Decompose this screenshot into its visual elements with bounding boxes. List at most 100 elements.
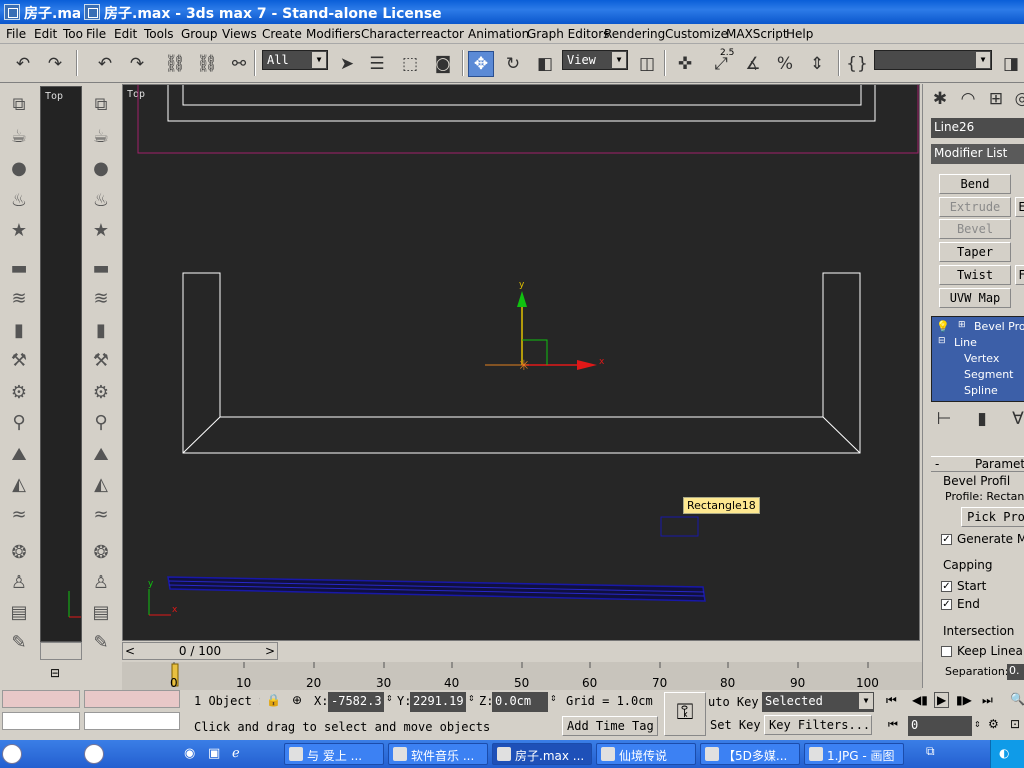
- hammer-icon[interactable]: ⚒: [89, 348, 113, 372]
- teapot-icon[interactable]: ☕: [7, 124, 31, 148]
- bone-icon[interactable]: ⚲: [89, 410, 113, 434]
- twist-button[interactable]: Twist: [939, 265, 1011, 285]
- menu-tools[interactable]: Tools: [144, 27, 174, 41]
- spring-icon[interactable]: ≋: [89, 286, 113, 310]
- top-viewport[interactable]: Top ✳ y x y x Rectangle18: [122, 84, 920, 641]
- stack-subobject-vertex[interactable]: Vertex: [964, 352, 999, 365]
- stack-subobject-spline[interactable]: Spline: [964, 384, 998, 397]
- wall-shape-top[interactable]: [167, 85, 876, 122]
- curve-editor-icon[interactable]: ⊟: [50, 666, 60, 680]
- pin-stack-icon[interactable]: ⊢: [931, 406, 957, 432]
- bend-button[interactable]: Bend: [939, 174, 1011, 194]
- generate-mapping-checkbox[interactable]: ✓: [941, 534, 952, 545]
- taskbar-item[interactable]: 软件音乐 ...: [388, 743, 488, 765]
- zoom-region-icon[interactable]: ⊡: [1010, 717, 1020, 731]
- select-and-scale-icon[interactable]: ◧: [532, 51, 558, 77]
- time-slider-track[interactable]: [278, 642, 920, 660]
- spinner-icon[interactable]: ⇕: [550, 694, 557, 703]
- taskbar-overflow-icon[interactable]: ⧉: [926, 744, 935, 759]
- maxscript-listener-mini[interactable]: [2, 690, 80, 708]
- taper-button[interactable]: Taper: [939, 242, 1011, 262]
- knot-icon[interactable]: ❂: [7, 540, 31, 564]
- paint-icon[interactable]: ✎: [7, 630, 31, 654]
- page-icon[interactable]: ▤: [7, 600, 31, 624]
- mirror-icon[interactable]: ◨: [998, 51, 1024, 77]
- menu-group[interactable]: Group: [181, 27, 218, 41]
- previous-frame-icon[interactable]: ◀▮: [912, 693, 928, 707]
- taskbar-item[interactable]: 仙境传说: [596, 743, 696, 765]
- cylinder-icon[interactable]: ▮: [7, 318, 31, 342]
- stack-item-line[interactable]: Line: [954, 336, 977, 349]
- menu-edit-left[interactable]: Edit: [34, 27, 57, 41]
- hammer-icon[interactable]: ⚒: [7, 348, 31, 372]
- play-icon[interactable]: ▶: [934, 692, 950, 708]
- transform-mode-icon[interactable]: ⊕: [292, 693, 302, 707]
- parameters-rollout-header[interactable]: - Paramet: [931, 456, 1024, 472]
- expand-icon[interactable]: ⊞: [958, 320, 966, 330]
- taskbar-item[interactable]: 【5D多媒...: [700, 743, 800, 765]
- select-and-rotate-icon[interactable]: ↻: [500, 51, 526, 77]
- track-bar[interactable]: 0 10 20 30 40 50 60 70 80 90 100: [122, 662, 922, 690]
- go-to-end-icon[interactable]: ⏭: [982, 693, 993, 708]
- rectangular-selection-icon[interactable]: ⬚: [397, 51, 423, 77]
- menu-animation[interactable]: Animation: [468, 27, 529, 41]
- angle-snap-icon[interactable]: ∡: [740, 51, 766, 77]
- gizmo-x-arrow[interactable]: [577, 360, 597, 370]
- quick-launch-icon[interactable]: [2, 744, 22, 764]
- unlink-icon[interactable]: ⛓: [194, 51, 220, 77]
- menu-character[interactable]: Character: [361, 27, 420, 41]
- named-selection-dropdown[interactable]: ▼: [874, 50, 992, 70]
- gear-icon[interactable]: ⚙: [7, 380, 31, 404]
- stack-subobject-segment[interactable]: Segment: [964, 368, 1014, 381]
- menu-views[interactable]: Views: [222, 27, 257, 41]
- extrude-button[interactable]: Extrude: [939, 197, 1011, 217]
- quick-launch-icon[interactable]: [84, 744, 104, 764]
- desktop-icon[interactable]: ▣: [208, 746, 220, 761]
- sphere-icon[interactable]: ●: [7, 156, 31, 180]
- maxscript-listener-mini[interactable]: [84, 690, 180, 708]
- biped-icon[interactable]: ♙: [7, 570, 31, 594]
- chevron-left-icon[interactable]: <: [125, 643, 135, 659]
- menu-file-left[interactable]: File: [6, 27, 26, 41]
- chevron-right-icon[interactable]: >: [265, 643, 275, 659]
- page-icon[interactable]: ▤: [89, 600, 113, 624]
- selection-filter-dropdown[interactable]: All ▼: [262, 50, 328, 70]
- menu-create[interactable]: Create: [262, 27, 302, 41]
- percent-snap-icon[interactable]: %: [772, 51, 798, 77]
- menu-rendering[interactable]: Rendering: [604, 27, 665, 41]
- key-icon[interactable]: ⚿: [664, 692, 706, 736]
- object-name-field[interactable]: Line26: [931, 118, 1024, 138]
- spinner-icon[interactable]: ⇕: [974, 720, 981, 729]
- reference-coordinate-dropdown[interactable]: View ▼: [562, 50, 628, 70]
- undo-icon[interactable]: ↶: [92, 51, 118, 77]
- menu-maxscript[interactable]: MAXScript: [726, 27, 788, 41]
- create-tab-icon[interactable]: ✱: [927, 86, 953, 112]
- taskbar-item[interactable]: 房子.max ...: [492, 743, 592, 765]
- spinner-snap-icon[interactable]: ⇕: [804, 51, 830, 77]
- select-and-manipulate-icon[interactable]: ✜: [672, 51, 698, 77]
- redo-icon[interactable]: ↷: [42, 51, 68, 77]
- modifier-list-dropdown[interactable]: Modifier List: [931, 144, 1024, 164]
- key-mode-toggle-icon[interactable]: ⏮: [888, 718, 898, 732]
- network-icon[interactable]: ◐: [999, 746, 1009, 760]
- spinner-icon[interactable]: ⇕: [386, 694, 393, 703]
- spring-icon[interactable]: ≋: [7, 286, 31, 310]
- maxscript-output-mini[interactable]: [84, 712, 180, 730]
- menu-help[interactable]: Help: [786, 27, 813, 41]
- knot-icon[interactable]: ❂: [89, 540, 113, 564]
- lock-icon[interactable]: 🔒: [266, 693, 281, 707]
- menu-reactor[interactable]: reactor: [421, 27, 464, 41]
- cylinder-icon[interactable]: ▮: [89, 318, 113, 342]
- menu-customize[interactable]: Customize: [665, 27, 728, 41]
- light-icon[interactable]: ♨: [7, 188, 31, 212]
- paint-icon[interactable]: ✎: [89, 630, 113, 654]
- rectangle18-shape[interactable]: [660, 516, 699, 537]
- plane-icon[interactable]: ▬: [89, 256, 113, 280]
- select-by-name-icon[interactable]: ☰: [364, 51, 390, 77]
- media-player-icon[interactable]: ◉: [184, 746, 195, 761]
- maxscript-output-mini[interactable]: [2, 712, 80, 730]
- hierarchy-tab-icon[interactable]: ⊞: [983, 86, 1009, 112]
- star-icon[interactable]: ★: [89, 218, 113, 242]
- collapse-icon[interactable]: -: [935, 457, 939, 471]
- terrain-icon[interactable]: ⛰: [7, 442, 31, 466]
